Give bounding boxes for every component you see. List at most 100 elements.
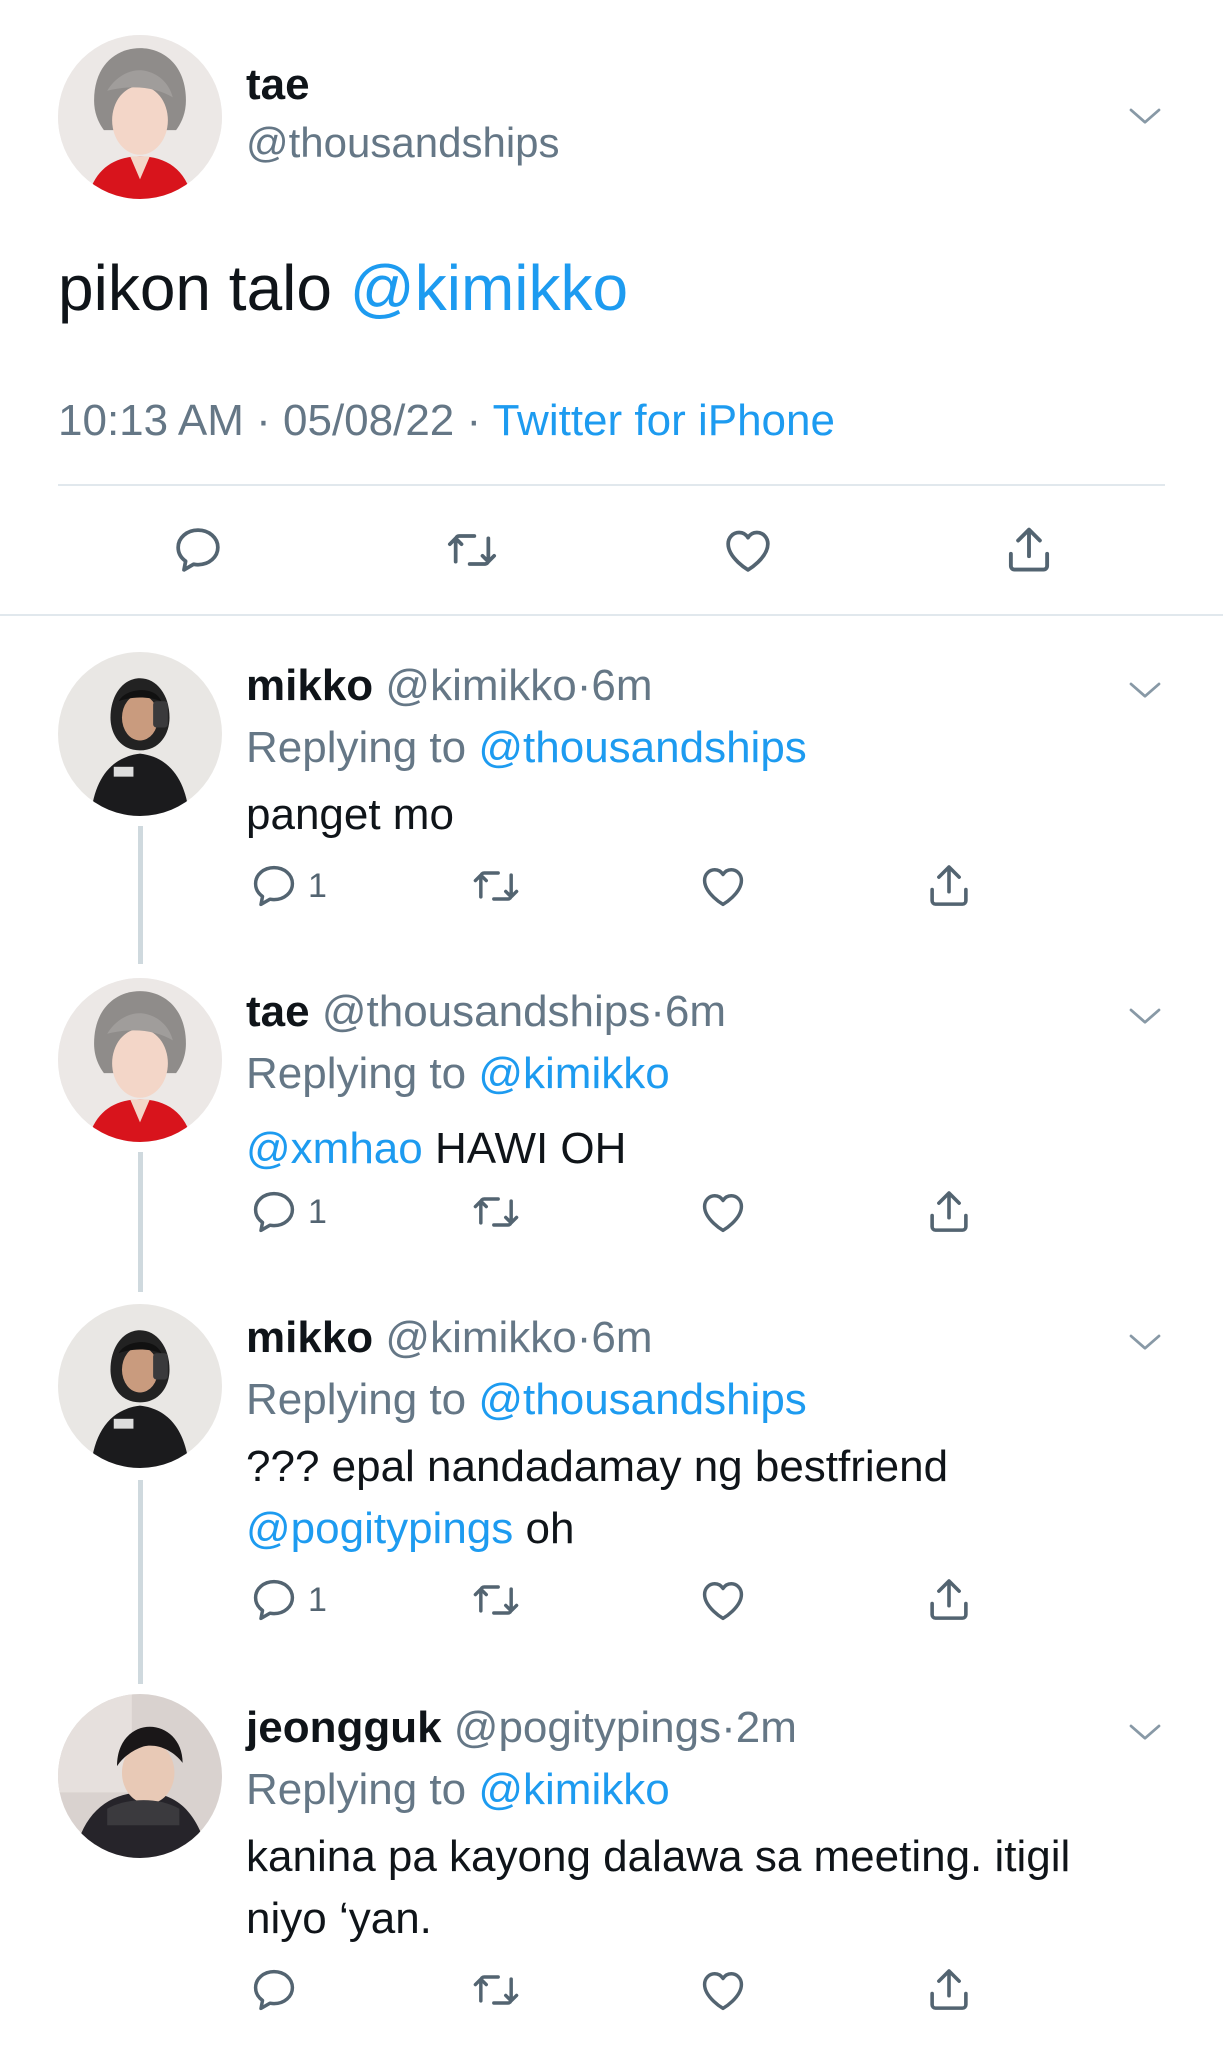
reply-text-line: ??? epal nandadamay ng bestfriend <box>246 1442 949 1491</box>
like-button[interactable] <box>697 1964 749 2016</box>
replying-to: Replying to @kimikko <box>246 1048 670 1100</box>
tweet-source-link[interactable]: Twitter for iPhone <box>493 396 835 445</box>
reply-tweet[interactable]: mikko @kimikko·6m Replying to @thousands… <box>0 636 1223 962</box>
reply-icon <box>248 860 300 912</box>
reply-tweet[interactable]: jeongguk @pogitypings·2m Replying to @ki… <box>0 1678 1223 2048</box>
mention-link[interactable]: @kimikko <box>478 1765 669 1814</box>
retweet-button[interactable] <box>444 522 500 578</box>
avatar[interactable] <box>58 1694 222 1858</box>
reply-icon <box>248 1186 300 1238</box>
dot-separator: · <box>576 661 592 710</box>
share-button[interactable] <box>922 1962 976 2016</box>
chevron-down-icon[interactable] <box>1124 1712 1166 1754</box>
retweet-button[interactable] <box>470 860 522 912</box>
reply-tweet[interactable]: tae @thousandships·6m Replying to @kimik… <box>0 962 1223 1288</box>
reply-button[interactable] <box>170 522 226 578</box>
like-button[interactable] <box>697 1186 749 1238</box>
chevron-down-icon[interactable] <box>1124 996 1166 1038</box>
author-handle[interactable]: @kimikko <box>385 661 576 710</box>
tweet-text-plain: pikon talo <box>58 252 350 324</box>
retweet-icon <box>470 1186 522 1238</box>
retweet-icon <box>470 860 522 912</box>
dot-separator: · <box>576 1313 592 1362</box>
chevron-down-icon[interactable] <box>1124 1322 1166 1364</box>
reply-count: 1 <box>308 1192 327 1231</box>
mention-link[interactable]: @kimikko <box>350 252 628 324</box>
author-handle[interactable]: @thousandships <box>322 987 650 1036</box>
reply-count: 1 <box>308 1580 327 1619</box>
share-icon <box>1000 520 1058 578</box>
reply-time: 6m <box>591 661 653 710</box>
avatar[interactable] <box>58 652 222 816</box>
reply-actions: 1 <box>0 1182 1223 1252</box>
avatar-image-tae <box>58 35 222 199</box>
author-handle[interactable]: @pogitypings <box>454 1703 721 1752</box>
share-icon <box>922 1572 976 1626</box>
author-name[interactable]: tae <box>246 987 310 1036</box>
reply-header: tae @thousandships·6m <box>246 986 726 1038</box>
share-button[interactable] <box>922 1184 976 1238</box>
share-icon <box>922 858 976 912</box>
reply-icon <box>170 522 226 578</box>
reply-text: ??? epal nandadamay ng bestfriend @pogit… <box>246 1436 1176 1560</box>
tweet-meta: 10:13 AM · 05/08/22 · Twitter for iPhone <box>58 395 835 447</box>
retweet-button[interactable] <box>470 1964 522 2016</box>
chevron-down-icon[interactable] <box>1124 96 1166 138</box>
like-button[interactable] <box>720 522 776 578</box>
avatar[interactable] <box>58 35 222 199</box>
reply-text-line: kanina pa kayong dalawa sa meeting. itig… <box>246 1832 1071 1943</box>
retweet-button[interactable] <box>470 1186 522 1238</box>
author-handle[interactable]: @thousandships <box>246 118 560 168</box>
author-name[interactable]: mikko <box>246 661 373 710</box>
mention-link[interactable]: @xmhao <box>246 1124 423 1173</box>
reply-header: jeongguk @pogitypings·2m <box>246 1702 797 1754</box>
reply-actions: 1 <box>0 856 1223 926</box>
section-separator <box>0 614 1223 616</box>
mention-link[interactable]: @pogitypings <box>246 1504 513 1553</box>
reply-icon <box>248 1964 300 2016</box>
share-button[interactable] <box>922 1572 976 1626</box>
reply-text: panget mo <box>246 784 1176 846</box>
reply-button[interactable]: 1 <box>248 1186 327 1238</box>
retweet-button[interactable] <box>470 1574 522 1626</box>
mention-link[interactable]: @kimikko <box>478 1049 669 1098</box>
share-button[interactable] <box>1000 520 1058 578</box>
dot-separator: · <box>721 1703 736 1752</box>
mention-link[interactable]: @thousandships <box>478 1375 806 1424</box>
reply-time: 2m <box>735 1703 797 1752</box>
main-tweet: tae @thousandships pikon talo @kimikko 1… <box>0 0 1223 615</box>
replying-label: Replying to <box>246 1375 479 1424</box>
like-icon <box>697 1964 749 2016</box>
tweet-timestamp: 10:13 AM · 05/08/22 · <box>58 396 493 445</box>
avatar[interactable] <box>58 978 222 1142</box>
author-name[interactable]: mikko <box>246 1313 373 1362</box>
reply-text-line: panget mo <box>246 790 454 839</box>
chevron-down-icon[interactable] <box>1124 670 1166 712</box>
author-name[interactable]: jeongguk <box>246 1703 442 1752</box>
like-button[interactable] <box>697 860 749 912</box>
mention-link[interactable]: @thousandships <box>478 723 806 772</box>
share-icon <box>922 1962 976 2016</box>
like-button[interactable] <box>697 1574 749 1626</box>
author-name[interactable]: tae <box>246 60 310 110</box>
share-button[interactable] <box>922 858 976 912</box>
dot-separator: · <box>650 987 665 1036</box>
reply-button[interactable]: 1 <box>248 1574 327 1626</box>
retweet-icon <box>470 1964 522 2016</box>
like-icon <box>697 1574 749 1626</box>
reply-icon <box>248 1574 300 1626</box>
tweet-text: pikon talo @kimikko <box>58 250 628 326</box>
replying-label: Replying to <box>246 723 479 772</box>
replying-label: Replying to <box>246 1765 479 1814</box>
reply-text-plain: HAWI OH <box>422 1124 627 1173</box>
reply-text: @xmhao HAWI OH <box>246 1118 1176 1180</box>
reply-button[interactable]: 1 <box>248 860 327 912</box>
avatar-image-jeongguk <box>58 1694 222 1858</box>
reply-button[interactable] <box>248 1964 300 2016</box>
avatar[interactable] <box>58 1304 222 1468</box>
author-handle[interactable]: @kimikko <box>385 1313 576 1362</box>
reply-text-plain: oh <box>513 1504 575 1553</box>
reply-tweet[interactable]: mikko @kimikko·6m Replying to @thousands… <box>0 1288 1223 1678</box>
reply-actions: 1 <box>0 1570 1223 1640</box>
reply-text: kanina pa kayong dalawa sa meeting. itig… <box>246 1826 1146 1950</box>
